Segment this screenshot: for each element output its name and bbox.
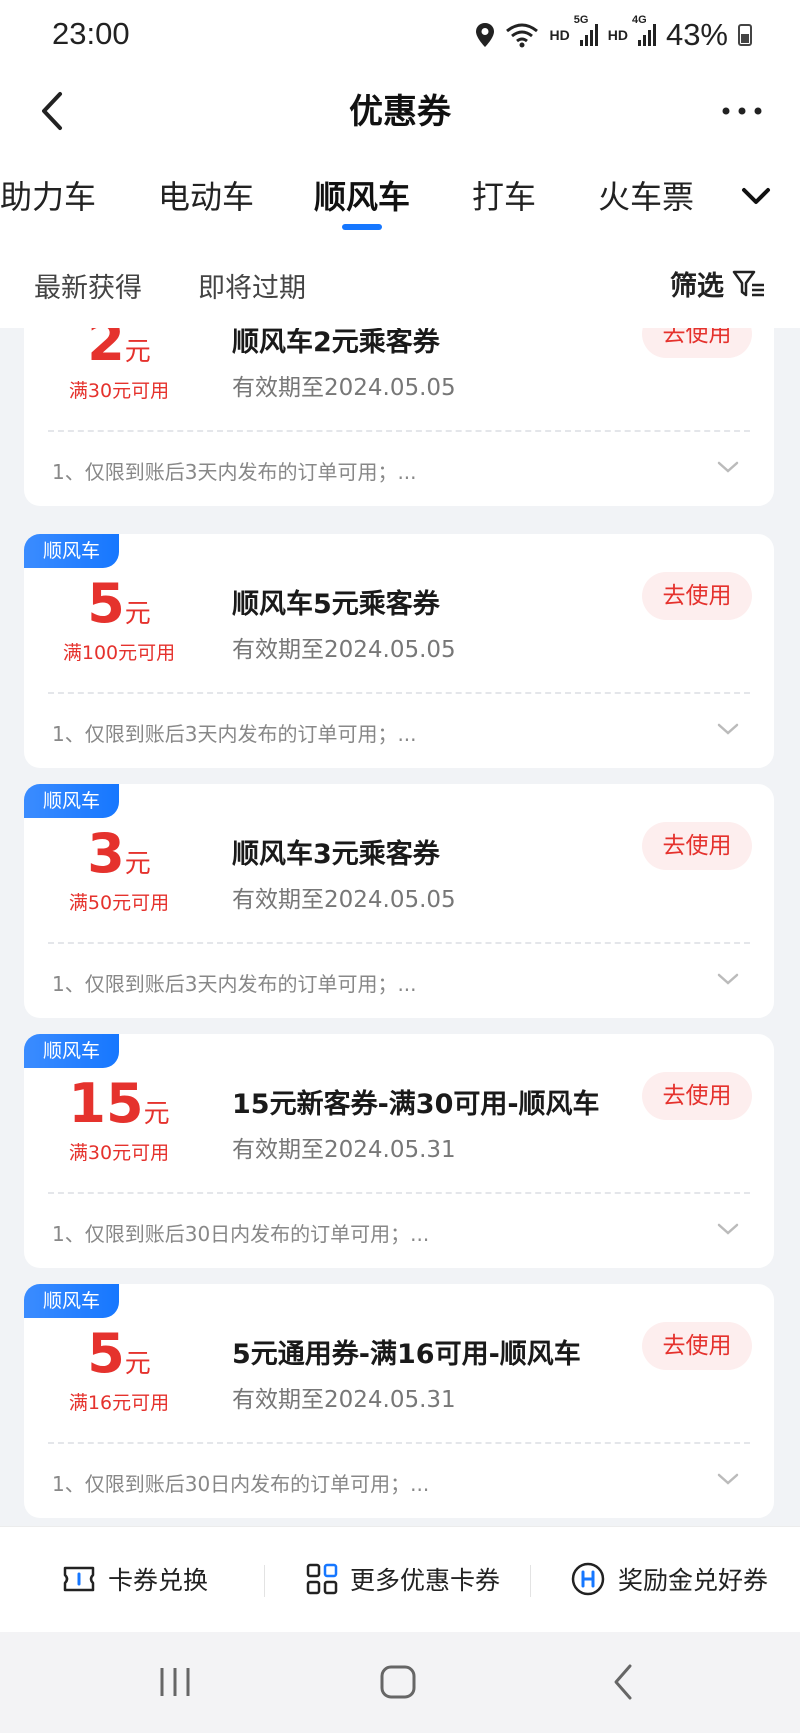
grid-icon [306,1563,338,1595]
divider [48,942,750,944]
coupon-amount: 15元 [68,1072,170,1135]
coupon-category-tag: 顺风车 [24,1034,119,1068]
system-navigation-bar [0,1632,800,1733]
coupon-rule: 1、仅限到账后30日内发布的订单可用；... [52,1472,430,1496]
use-coupon-button[interactable]: 去使用 [642,1072,752,1120]
hd-indicator-2: HD [607,27,628,43]
separator [530,1565,531,1597]
coupon-title: 顺风车2元乘客券 [232,328,440,358]
chevron-down-icon[interactable] [716,720,740,738]
coupon-category-tag: 顺风车 [24,534,119,568]
tab-ebike[interactable]: 电动车 [158,172,254,218]
tab-train-ticket[interactable]: 火车票 [598,172,694,218]
coupon-list: 2元 满30元可用 顺风车2元乘客券 有效期至2024.05.05 去使用 1、… [0,328,800,1526]
signal-4g-icon: 4G [632,14,656,46]
coupon-rule: 1、仅限到账后30日内发布的订单可用；... [52,1222,430,1246]
coupon-category-tag: 顺风车 [24,784,119,818]
coupon-card: 顺风车 5元 满16元可用 5元通用券-满16可用-顺风车 有效期至2024.0… [24,1284,774,1518]
use-coupon-button[interactable]: 去使用 [642,572,752,620]
home-icon[interactable] [378,1662,418,1702]
tab-moped[interactable]: 助力车 [0,172,96,218]
coupon-validity: 有效期至2024.05.31 [232,1137,456,1163]
reward-coin-icon [571,1562,605,1596]
category-tabs: 助力车 电动车 顺风车 打车 火车票 [0,152,800,240]
header-area: 23:00 HD 5G HD 4G 43% 优惠券 助力车 电动车 顺风车 打车… [0,0,800,328]
filter-bar: 最新获得 即将过期 筛选 [0,250,800,316]
use-coupon-button[interactable]: 去使用 [642,1322,752,1370]
divider [48,430,750,432]
chevron-down-icon[interactable] [716,1220,740,1238]
coupon-card: 2元 满30元可用 顺风车2元乘客券 有效期至2024.05.05 去使用 1、… [24,328,774,506]
coupon-exchange-button[interactable]: 卡券兑换 [62,1561,208,1597]
coupon-rule: 1、仅限到账后3天内发布的订单可用；... [52,722,417,746]
nav-bar: 优惠券 [0,70,800,152]
coupon-exchange-label: 卡券兑换 [108,1566,209,1595]
bottom-action-bar: 卡券兑换 更多优惠卡券 奖励金兑好券 [0,1526,800,1632]
chevron-down-icon[interactable] [716,458,740,476]
coupon-title: 顺风车3元乘客券 [232,839,440,870]
more-coupons-button[interactable]: 更多优惠卡券 [306,1561,500,1597]
page-title: 优惠券 [349,92,451,132]
divider [48,1192,750,1194]
chevron-down-icon[interactable] [716,970,740,988]
coupon-validity: 有效期至2024.05.05 [232,887,456,913]
coupon-card: 顺风车 15元 满30元可用 15元新客券-满30可用-顺风车 有效期至2024… [24,1034,774,1268]
coupon-threshold: 满30元可用 [68,1142,170,1164]
coupon-title: 顺风车5元乘客券 [232,589,440,620]
tab-carpool[interactable]: 顺风车 [314,172,410,218]
divider [48,692,750,694]
coupon-threshold: 满50元可用 [68,892,170,914]
coupon-threshold: 满100元可用 [62,642,176,664]
status-bar: 23:00 HD 5G HD 4G 43% [0,0,800,70]
separator [264,1565,265,1597]
more-dots-icon [722,107,762,115]
filter-icon [732,270,764,296]
tab-taxi[interactable]: 打车 [472,172,536,218]
location-icon [476,23,495,47]
chevron-down-icon [742,188,770,204]
expand-tabs-button[interactable] [738,178,774,214]
active-tab-indicator [342,224,382,230]
reward-exchange-button[interactable]: 奖励金兑好券 [570,1561,768,1597]
coupon-rule: 1、仅限到账后3天内发布的订单可用；... [52,460,417,484]
divider [48,1442,750,1444]
more-coupons-label: 更多优惠卡券 [350,1566,501,1595]
status-icons: HD 5G HD 4G 43% [475,14,752,54]
coupon-amount: 3元 [87,822,151,885]
coupon-title: 5元通用券-满16可用-顺风车 [232,1339,581,1370]
status-time: 23:00 [52,16,130,51]
battery-percent: 43% [665,17,728,52]
signal-5g-icon: 5G [574,14,598,46]
coupon-validity: 有效期至2024.05.05 [232,375,456,401]
reward-exchange-label: 奖励金兑好券 [618,1566,769,1595]
coupon-card: 顺风车 3元 满50元可用 顺风车3元乘客券 有效期至2024.05.05 去使… [24,784,774,1018]
coupon-rule: 1、仅限到账后3天内发布的订单可用；... [52,972,417,996]
coupon-threshold: 满30元可用 [68,380,170,402]
coupon-threshold: 满16元可用 [68,1392,170,1414]
use-coupon-button[interactable]: 去使用 [642,822,752,870]
filter-newest[interactable]: 最新获得 [34,266,142,305]
coupon-validity: 有效期至2024.05.31 [232,1387,456,1413]
chevron-down-icon[interactable] [716,1470,740,1488]
wifi-icon [506,23,539,48]
more-options-button[interactable] [720,96,764,126]
battery-icon [738,24,752,46]
back-nav-icon[interactable] [608,1662,638,1702]
filter-expiring[interactable]: 即将过期 [198,266,306,305]
recent-apps-icon[interactable] [158,1662,192,1702]
coupon-category-tag: 顺风车 [24,1284,119,1318]
ticket-icon [63,1566,95,1592]
coupon-validity: 有效期至2024.05.05 [232,637,456,663]
hd-indicator: HD [549,27,570,43]
coupon-amount: 5元 [87,572,151,635]
filter-label: 筛选 [670,271,724,302]
filter-button[interactable]: 筛选 [670,264,766,303]
coupon-amount: 5元 [87,1322,151,1385]
use-coupon-button[interactable]: 去使用 [642,328,752,358]
coupon-amount: 2元 [87,328,151,373]
coupon-card: 顺风车 5元 满100元可用 顺风车5元乘客券 有效期至2024.05.05 去… [24,534,774,768]
coupon-title: 15元新客券-满30可用-顺风车 [232,1089,600,1120]
